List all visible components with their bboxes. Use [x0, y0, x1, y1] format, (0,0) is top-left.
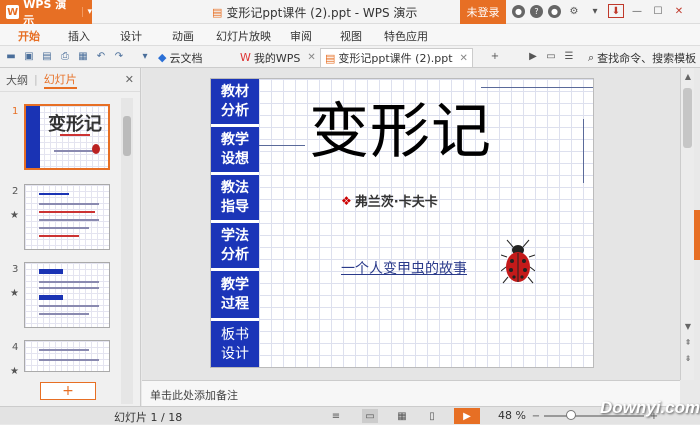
menu-slideshow[interactable]: 幻灯片放映 — [216, 28, 271, 44]
menu-home[interactable]: 开始 — [18, 28, 40, 44]
menu-view[interactable]: 视图 — [340, 28, 362, 44]
wps-icon: W — [240, 51, 251, 64]
dropdown-icon[interactable]: ▾ — [138, 49, 152, 63]
document-title: ▤ 变形记ppt课件 (2).ppt - WPS 演示 — [212, 6, 418, 20]
nav-button-3[interactable]: 教法 指导 — [211, 175, 259, 223]
close-panel-icon[interactable]: ✕ — [125, 73, 134, 86]
tab-my-wps[interactable]: W 我的WPS ✕ — [236, 48, 320, 67]
save-icon[interactable]: ▣ — [22, 49, 36, 63]
print-icon[interactable]: ⎙ — [58, 49, 72, 63]
tab-outline[interactable]: 大纲 — [6, 72, 28, 88]
nav-button-6[interactable]: 板书 设计 — [211, 321, 259, 367]
sorter-view-icon[interactable]: ▦ — [394, 409, 410, 423]
diamond-bullet-icon: ❖ — [341, 193, 352, 208]
slide-canvas[interactable]: 教材 分析 教学 设想 教法 指导 学法 分析 教学 过程 板书 设计 变形记 ❖ 弗兰茨·… — [210, 78, 594, 368]
slide-thumbnail-1[interactable]: 1 变形记 — [0, 104, 120, 179]
ppt-file-icon: ▤ — [325, 51, 336, 65]
slide-subtitle: 一个人变甲虫的故事 — [341, 261, 467, 277]
ppt-file-icon: ▤ — [212, 6, 223, 19]
app-menu-button[interactable]: W WPS 演示 ▾ — [0, 0, 92, 27]
redo-icon[interactable]: ↷ — [112, 49, 126, 63]
skin-icon[interactable]: ● — [512, 4, 525, 18]
tab-document[interactable]: ▤ 变形记ppt课件 (2).ppt ✕ — [320, 48, 473, 67]
nav-button-5[interactable]: 教学 过程 — [211, 271, 259, 321]
zoom-level: 48 % — [498, 409, 526, 422]
next-slide-icon[interactable]: ⇟ — [682, 352, 694, 364]
tab-cloud-docs[interactable]: ◆ 云文档 — [154, 48, 206, 67]
help-icon[interactable]: ? — [530, 4, 543, 18]
login-button[interactable]: 未登录 — [460, 0, 506, 24]
maximize-icon[interactable]: ☐ — [650, 3, 666, 19]
list-icon[interactable]: ☰ — [562, 49, 576, 63]
window-icon[interactable]: ▭ — [544, 49, 558, 63]
watermark-text: Downyi.com — [600, 398, 700, 417]
quick-toolbar: ▬ ▣ ▤ ⎙ ▦ ↶ ↷ ▾ ◆ 云文档 W 我的WPS ✕ ▤ 变形记ppt… — [0, 46, 700, 68]
menu-design[interactable]: 设计 — [120, 28, 142, 44]
download-icon[interactable]: ⬇ — [608, 4, 624, 18]
menu-insert[interactable]: 插入 — [68, 28, 90, 44]
play-slideshow-button[interactable]: ▶ — [454, 408, 480, 424]
title-bar: W WPS 演示 ▾ ▤ 变形记ppt课件 (2).ppt - WPS 演示 未… — [0, 0, 700, 27]
close-tab-icon[interactable]: ✕ — [307, 52, 315, 63]
wps-logo-icon: W — [6, 5, 20, 19]
search-icon: ⌕ — [588, 51, 595, 64]
tab-slides[interactable]: 幻灯片 — [43, 71, 77, 89]
ladybug-icon — [501, 239, 535, 284]
close-tab-icon[interactable]: ✕ — [460, 53, 468, 64]
menu-review[interactable]: 审阅 — [290, 28, 312, 44]
notes-toggle-icon[interactable]: ≡ — [328, 409, 344, 423]
undo-icon[interactable]: ↶ — [94, 49, 108, 63]
slide-counter: 幻灯片 1 / 18 — [114, 411, 183, 424]
close-icon[interactable]: ✕ — [671, 3, 687, 19]
thumb-title: 变形记 — [48, 114, 102, 135]
export-icon[interactable]: ▤ — [40, 49, 54, 63]
cast-icon[interactable]: ▶ — [526, 49, 540, 63]
slide-thumbnail-3[interactable]: 3 ★ — [0, 262, 120, 337]
editor-scrollbar[interactable]: ▲ ▼ ⇞ ⇟ — [680, 68, 694, 380]
reading-view-icon[interactable]: ▯ — [424, 409, 440, 423]
animation-star-icon: ★ — [10, 210, 19, 221]
slide-editor: 教材 分析 教学 设想 教法 指导 学法 分析 教学 过程 板书 设计 变形记 ❖ 弗兰茨·… — [142, 68, 680, 380]
slides-panel: 大纲 | 幻灯片 ✕ 1 变形记 2 ★ 3 ★ 4 ★ + — [0, 68, 141, 406]
preview-icon[interactable]: ▦ — [76, 49, 90, 63]
normal-view-icon[interactable]: ▭ — [362, 409, 378, 423]
slide-thumbnail-2[interactable]: 2 ★ — [0, 184, 120, 259]
more-icon[interactable]: ▾ — [587, 3, 603, 19]
slide-thumbnail-4[interactable]: 4 ★ — [0, 340, 120, 415]
author-line: ❖ 弗兰茨·卡夫卡 — [341, 193, 438, 211]
settings-icon[interactable]: ⚙ — [566, 3, 582, 19]
side-pin-tab[interactable] — [694, 210, 700, 260]
prev-slide-icon[interactable]: ⇞ — [682, 336, 694, 348]
command-search[interactable]: ⌕ 查找命令、搜索模板 — [588, 50, 696, 66]
nav-button-4[interactable]: 学法 分析 — [211, 223, 259, 271]
new-tab-icon[interactable]: + — [488, 49, 502, 63]
open-folder-icon[interactable]: ▬ — [4, 49, 18, 63]
scroll-down-icon[interactable]: ▼ — [682, 320, 694, 332]
ribbon-menu: 开始 插入 设计 动画 幻灯片放映 审阅 视图 特色应用 — [0, 24, 700, 46]
animation-star-icon: ★ — [10, 366, 19, 377]
animation-star-icon: ★ — [10, 288, 19, 299]
nav-button-1[interactable]: 教材 分析 — [211, 79, 259, 127]
zoom-slider-knob[interactable] — [566, 410, 576, 420]
minimize-icon[interactable]: — — [629, 3, 645, 19]
feedback-icon[interactable]: ● — [548, 4, 561, 18]
menu-animation[interactable]: 动画 — [172, 28, 194, 44]
menu-features[interactable]: 特色应用 — [384, 28, 428, 44]
zoom-out-icon[interactable]: − — [528, 409, 544, 423]
add-slide-button[interactable]: + — [40, 382, 96, 400]
chevron-down-icon: ▾ — [82, 7, 92, 17]
nav-button-2[interactable]: 教学 设想 — [211, 127, 259, 175]
cube-icon: ◆ — [158, 51, 167, 64]
scroll-up-icon[interactable]: ▲ — [682, 70, 694, 82]
panel-scrollbar[interactable] — [121, 98, 133, 404]
slide-title: 变形记 — [309, 97, 492, 167]
status-bar: 幻灯片 1 / 18 ≡ ▭ ▦ ▯ ▶ 48 % − + — [0, 406, 700, 424]
